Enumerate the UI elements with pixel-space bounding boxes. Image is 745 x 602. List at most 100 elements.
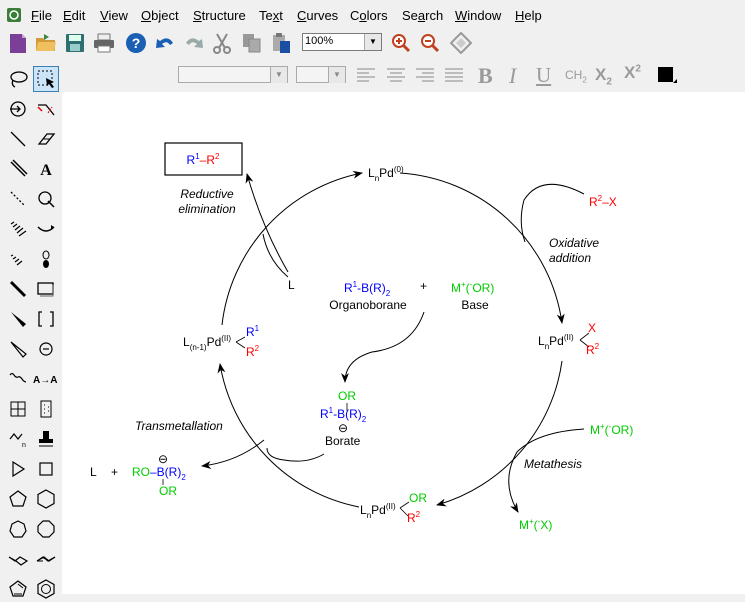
reductive-elimination-label-1: Reductive bbox=[180, 187, 234, 201]
double-bond-icon[interactable] bbox=[5, 156, 31, 182]
chemical-formula-button[interactable]: CH2 bbox=[565, 68, 587, 84]
oxidative-addition-label-2: addition bbox=[549, 251, 591, 265]
help-icon[interactable]: ? bbox=[124, 31, 148, 55]
triangle-play-icon[interactable] bbox=[5, 456, 31, 482]
wedge-bond-icon[interactable] bbox=[5, 306, 31, 332]
cycloheptane-icon[interactable] bbox=[5, 516, 31, 542]
left-borate-formula: RO–B(R)2 bbox=[132, 465, 186, 482]
metathesis-label: Metathesis bbox=[524, 457, 582, 471]
cyclohexane-icon[interactable] bbox=[33, 486, 59, 512]
align-right-icon[interactable] bbox=[413, 63, 437, 87]
svg-text:A→A: A→A bbox=[33, 375, 57, 386]
paste-icon[interactable] bbox=[269, 31, 293, 55]
chair-alt-icon[interactable] bbox=[33, 546, 59, 572]
cyclopentane-icon[interactable] bbox=[5, 486, 31, 512]
reductive-elimination-label-2: elimination bbox=[178, 202, 236, 216]
wavy-bond-icon[interactable] bbox=[5, 366, 31, 392]
organoborane-label: Organoborane bbox=[329, 298, 407, 312]
charge-icon[interactable] bbox=[33, 336, 59, 362]
transmetallation-products-arrow bbox=[201, 439, 265, 469]
redo-icon[interactable] bbox=[182, 31, 206, 55]
menu-help[interactable]: Help bbox=[515, 8, 542, 23]
borate-to-transmetallation-curve bbox=[266, 447, 325, 462]
square-ring-icon[interactable] bbox=[33, 456, 59, 482]
stamp-icon[interactable] bbox=[33, 426, 59, 452]
save-icon[interactable] bbox=[63, 31, 87, 55]
chevron-down-icon[interactable]: ▼ bbox=[328, 67, 345, 83]
copy-icon[interactable] bbox=[240, 31, 264, 55]
chain-tool-icon[interactable]: n bbox=[5, 426, 31, 452]
menu-curves[interactable]: Curves bbox=[297, 8, 338, 23]
pd-right-label: LnPd(II) bbox=[538, 333, 574, 351]
zoom-out-icon[interactable] bbox=[418, 31, 442, 55]
print-icon[interactable] bbox=[92, 31, 116, 55]
arrow-tool-icon[interactable] bbox=[33, 216, 59, 242]
fit-page-icon[interactable] bbox=[449, 31, 473, 55]
rotate-icon[interactable] bbox=[5, 96, 31, 122]
menu-search[interactable]: Search bbox=[402, 8, 443, 23]
menu-window[interactable]: Window bbox=[455, 8, 501, 23]
menu-edit[interactable]: Edit bbox=[63, 8, 85, 23]
rectangle-drawing-icon[interactable] bbox=[33, 276, 59, 302]
ligand-release-curve bbox=[262, 233, 289, 278]
bond-break-icon[interactable] bbox=[33, 96, 59, 122]
align-left-icon[interactable] bbox=[354, 63, 378, 87]
orbital-icon[interactable] bbox=[33, 246, 59, 272]
hashed-bond-icon[interactable] bbox=[5, 216, 31, 242]
brackets-icon[interactable] bbox=[33, 306, 59, 332]
align-justify-icon[interactable] bbox=[442, 63, 466, 87]
zoom-select[interactable]: 100% ▼ bbox=[302, 33, 382, 51]
organoborane-formula: R1-B(R)2 bbox=[344, 280, 391, 298]
template-icon[interactable] bbox=[33, 186, 59, 212]
subscript-button[interactable]: X2 bbox=[595, 65, 612, 87]
align-center-icon[interactable] bbox=[384, 63, 408, 87]
reductive-elimination-arrow bbox=[245, 173, 289, 273]
open-folder-icon[interactable] bbox=[34, 31, 58, 55]
cyclopentadiene-icon[interactable] bbox=[5, 576, 31, 602]
color-picker-button[interactable] bbox=[655, 63, 679, 87]
menu-bar: File Edit View Object Structure Text Cur… bbox=[0, 0, 745, 30]
svg-text:?: ? bbox=[132, 35, 141, 51]
font-size-combo[interactable]: ▼ bbox=[296, 66, 346, 83]
italic-button[interactable]: I bbox=[509, 63, 516, 89]
hashed-wedge-icon[interactable] bbox=[5, 246, 31, 272]
eraser-icon[interactable] bbox=[33, 126, 59, 152]
dashed-bond-icon[interactable] bbox=[5, 186, 31, 212]
bold-bond-icon[interactable] bbox=[5, 276, 31, 302]
borate-charge: ⊖ bbox=[338, 421, 348, 435]
new-document-icon[interactable] bbox=[6, 31, 30, 55]
lasso-icon[interactable] bbox=[5, 66, 31, 92]
menu-text[interactable]: Text bbox=[259, 8, 283, 23]
superscript-button[interactable]: X2 bbox=[624, 63, 641, 83]
zoom-in-icon[interactable] bbox=[389, 31, 413, 55]
bold-button[interactable]: B bbox=[478, 63, 493, 89]
base-to-borate-arrow bbox=[341, 311, 425, 383]
text-tool-icon[interactable]: A bbox=[33, 156, 59, 182]
menu-structure[interactable]: Structure bbox=[193, 8, 246, 23]
menu-file[interactable]: File bbox=[31, 8, 52, 23]
undo-icon[interactable] bbox=[153, 31, 177, 55]
menu-object[interactable]: Object bbox=[141, 8, 179, 23]
pd-left-r2: R2 bbox=[246, 344, 260, 359]
chair-cyclohexane-icon[interactable] bbox=[5, 546, 31, 572]
table-icon[interactable] bbox=[5, 396, 31, 422]
font-combo[interactable]: ▼ bbox=[178, 66, 288, 83]
single-bond-icon[interactable] bbox=[5, 126, 31, 152]
chevron-down-icon[interactable]: ▼ bbox=[364, 34, 381, 50]
benzene-icon[interactable] bbox=[33, 576, 59, 602]
app-icon[interactable] bbox=[6, 7, 22, 23]
cyclooctane-icon[interactable] bbox=[33, 516, 59, 542]
underline-button[interactable]: U bbox=[536, 63, 551, 88]
tlc-plate-icon[interactable] bbox=[33, 396, 59, 422]
left-ligand: L bbox=[90, 465, 97, 479]
chevron-down-icon[interactable]: ▼ bbox=[270, 67, 287, 83]
marquee-select-icon[interactable] bbox=[33, 66, 59, 92]
menu-view[interactable]: View bbox=[100, 8, 128, 23]
menu-colors[interactable]: Colors bbox=[350, 8, 388, 23]
drawing-canvas[interactable]: R1–R2 Reductive elimination LnPd(0) R2–X… bbox=[62, 92, 745, 594]
cut-icon[interactable] bbox=[210, 31, 234, 55]
hollow-wedge-icon[interactable] bbox=[5, 336, 31, 362]
oxidative-addition-label-1: Oxidative bbox=[549, 236, 599, 250]
base-formula: M+(-OR) bbox=[451, 280, 494, 295]
atom-map-icon[interactable]: A→A bbox=[33, 366, 59, 392]
